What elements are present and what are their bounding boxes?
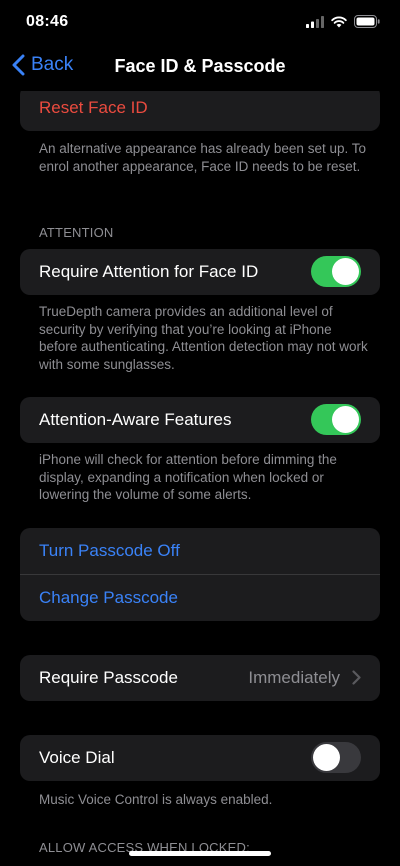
status-time: 08:46: [26, 13, 69, 30]
attention-aware-footnote: iPhone will check for attention before d…: [39, 452, 337, 502]
turn-passcode-off-button[interactable]: Turn Passcode Off: [20, 528, 380, 574]
voice-dial-card: Voice Dial: [20, 735, 380, 781]
require-passcode-row[interactable]: Require Passcode Immediately: [20, 655, 380, 701]
require-passcode-label: Require Passcode: [39, 668, 178, 687]
require-attention-label: Require Attention for Face ID: [39, 262, 259, 281]
status-bar: 08:46: [0, 0, 400, 44]
attention-section-header: ATTENTION: [39, 225, 114, 240]
attention-aware-toggle[interactable]: [311, 404, 361, 435]
require-passcode-card: Require Passcode Immediately: [20, 655, 380, 701]
require-passcode-value: Immediately: [248, 668, 340, 687]
change-passcode-label: Change Passcode: [39, 588, 178, 607]
wifi-icon: [331, 16, 347, 27]
passcode-card: Turn Passcode Off Change Passcode: [20, 528, 380, 621]
require-attention-card: Require Attention for Face ID: [20, 249, 380, 295]
require-attention-footnote: TrueDepth camera provides an additional …: [39, 304, 368, 372]
voice-dial-toggle[interactable]: [311, 742, 361, 773]
voice-dial-label: Voice Dial: [39, 748, 115, 767]
toggle-knob: [313, 744, 340, 771]
reset-face-id-label: Reset Face ID: [39, 98, 148, 117]
page-title: Face ID & Passcode: [114, 56, 286, 76]
reset-face-id-button[interactable]: Reset Face ID: [20, 85, 380, 131]
attention-aware-label: Attention-Aware Features: [39, 410, 232, 429]
status-icons: [306, 15, 380, 28]
battery-icon: [354, 15, 380, 28]
nav-bar-backdrop: [0, 84, 400, 91]
cellular-signal-icon: [306, 15, 324, 28]
require-attention-toggle[interactable]: [311, 256, 361, 287]
voice-dial-row: Voice Dial: [20, 735, 380, 781]
reset-face-id-footnote: An alternative appearance has already be…: [39, 141, 366, 174]
home-indicator[interactable]: [129, 851, 271, 856]
chevron-right-icon: [352, 670, 361, 685]
require-attention-row: Require Attention for Face ID: [20, 249, 380, 295]
attention-aware-row: Attention-Aware Features: [20, 397, 380, 443]
change-passcode-button[interactable]: Change Passcode: [20, 574, 380, 621]
toggle-knob: [332, 406, 359, 433]
toggle-knob: [332, 258, 359, 285]
voice-dial-footnote: Music Voice Control is always enabled.: [39, 792, 273, 807]
reset-face-id-card: Reset Face ID: [20, 85, 380, 131]
turn-passcode-off-label: Turn Passcode Off: [39, 541, 180, 560]
attention-aware-card: Attention-Aware Features: [20, 397, 380, 443]
